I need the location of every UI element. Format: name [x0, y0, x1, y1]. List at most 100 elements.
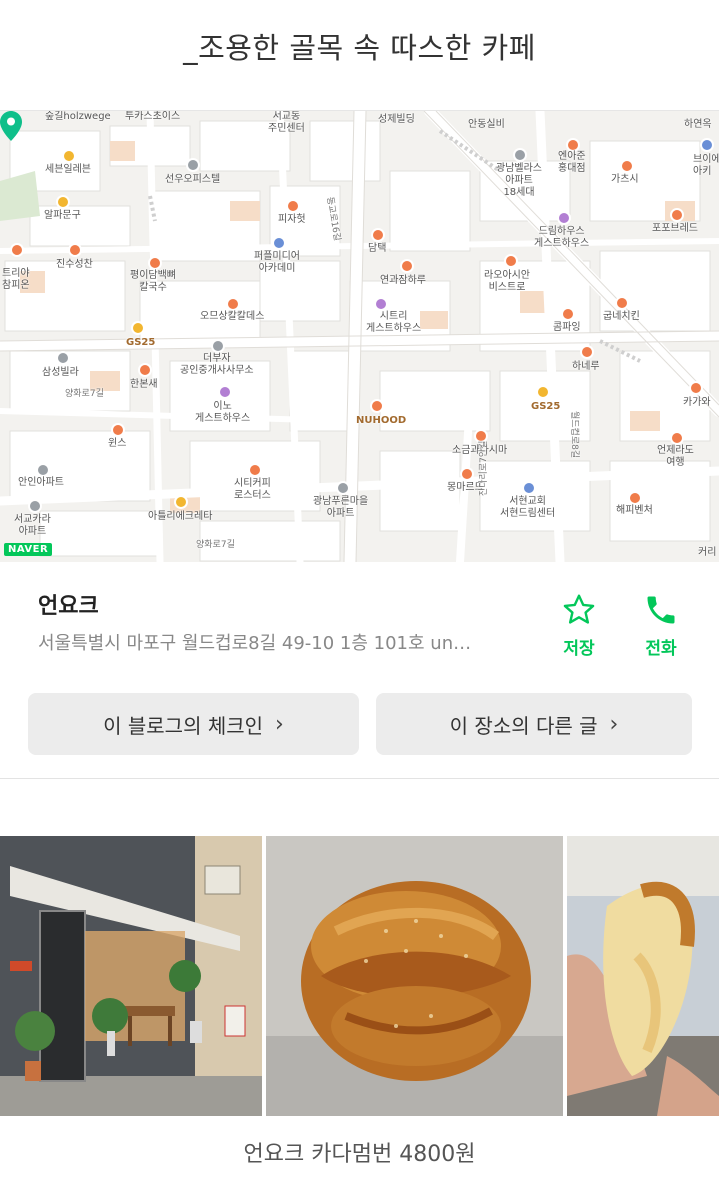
map-label: 포포브레드: [652, 223, 698, 234]
map-label: GS25: [531, 401, 561, 412]
building-icon[interactable]: [513, 148, 527, 162]
map-label: 숲길holzwege: [45, 111, 111, 122]
apartment-icon[interactable]: [36, 463, 50, 477]
map-label: 서교카라 아파트: [14, 514, 51, 537]
map-label: 서교동 주민센터: [268, 111, 305, 134]
map-view[interactable]: 숲길holzwege 투카스초이스 서교동 주민센터 성제빌딩 안동실비 하연옥…: [0, 110, 719, 562]
cafe-icon[interactable]: [370, 399, 384, 413]
apartment-icon[interactable]: [336, 481, 350, 495]
cardamom-bun-image: [266, 836, 563, 1116]
call-label: 전화: [645, 639, 677, 659]
map-label: 하연옥: [684, 119, 712, 130]
stationery-icon[interactable]: [56, 195, 70, 209]
map-label: 카가와: [683, 397, 711, 408]
map-label: 시티커피 로스터스: [234, 478, 271, 501]
storefront-image: [0, 836, 262, 1116]
map-label: 굽네치킨: [603, 311, 640, 322]
place-address: 서울특별시 마포구 월드컵로8길 49-10 1층 101호 un…: [38, 633, 472, 654]
shop-icon[interactable]: [174, 495, 188, 509]
map-label: 피자헛: [278, 214, 306, 225]
map-label: 서현교회 서현드림센터: [500, 496, 556, 519]
map-label: 드림하우스 게스트하우스: [534, 226, 590, 249]
restaurant-icon[interactable]: [460, 467, 474, 481]
bun-inside-photo[interactable]: [567, 836, 719, 1116]
map-label: 가츠시: [611, 174, 639, 185]
other-posts-button[interactable]: 이 장소의 다른 글 ›: [376, 693, 692, 755]
map-label: 이노 게스트하우스: [195, 401, 251, 424]
map-label: 퍼플미디어 아카데미: [254, 251, 300, 274]
restaurant-icon[interactable]: [400, 259, 414, 273]
map-label: 진수성찬: [56, 259, 93, 270]
map-label: 더부자 공인중개사사무소: [180, 353, 254, 376]
cafe-storefront-photo[interactable]: [0, 836, 262, 1116]
phone-icon: [647, 596, 675, 624]
road-label: 양화로7길: [65, 389, 104, 399]
cafe-icon[interactable]: [248, 463, 262, 477]
restaurant-icon[interactable]: [286, 199, 300, 213]
guesthouse-icon[interactable]: [374, 297, 388, 311]
road-label: 월드컵로8길: [569, 411, 579, 459]
restaurant-icon[interactable]: [111, 423, 125, 437]
church-icon[interactable]: [522, 481, 536, 495]
restaurant-icon[interactable]: [689, 381, 703, 395]
restaurant-icon[interactable]: [10, 243, 24, 257]
map-label: 알파문구: [44, 210, 81, 221]
road-label: 양화로7길: [196, 540, 235, 550]
map-label: 광남벨라스 아파트 18세대: [496, 163, 542, 198]
bun-inside-image: [567, 836, 719, 1116]
map-label: 성제빌딩: [378, 114, 415, 125]
restaurant-icon[interactable]: [68, 243, 82, 257]
map-label: 엔아준 홍대점: [558, 151, 586, 174]
map-label: 한본새: [130, 379, 158, 390]
building-icon[interactable]: [186, 158, 200, 172]
map-label: 시트리 게스트하우스: [366, 311, 422, 334]
guesthouse-icon[interactable]: [218, 385, 232, 399]
cafe-icon[interactable]: [670, 431, 684, 445]
map-label: 해피벤처: [616, 505, 653, 516]
convenience-store-icon[interactable]: [131, 321, 145, 335]
save-label: 저장: [563, 639, 595, 659]
map-label: 브이에 아키: [693, 154, 719, 177]
call-button[interactable]: 전화: [631, 592, 691, 659]
map-label: 언제라도 여행: [657, 445, 694, 468]
map-label: 아틀리에크레타: [148, 511, 213, 522]
restaurant-icon[interactable]: [628, 491, 642, 505]
restaurant-icon[interactable]: [371, 228, 385, 242]
map-label: 선우오피스텔: [165, 174, 221, 185]
restaurant-icon[interactable]: [226, 297, 240, 311]
office-icon[interactable]: [211, 339, 225, 353]
other-posts-label: 이 장소의 다른 글: [449, 713, 598, 738]
restaurant-icon[interactable]: [615, 296, 629, 310]
save-button[interactable]: 저장: [549, 592, 609, 659]
restaurant-icon[interactable]: [504, 254, 518, 268]
restaurant-icon[interactable]: [620, 159, 634, 173]
map-label: 윈스: [108, 438, 127, 449]
academy-icon[interactable]: [272, 236, 286, 250]
road-label: 잔다리로7안길: [479, 440, 489, 496]
convenience-store-icon[interactable]: [62, 149, 76, 163]
apartment-icon[interactable]: [28, 499, 42, 513]
blog-checkin-button[interactable]: 이 블로그의 체크인 ›: [28, 693, 359, 755]
guesthouse-icon[interactable]: [557, 211, 571, 225]
post-title: _조용한 골목 속 따스한 카페: [183, 31, 536, 65]
cafe-icon[interactable]: [580, 345, 594, 359]
map-label: 하네루: [572, 361, 600, 372]
apartment-icon[interactable]: [56, 351, 70, 365]
cardamom-bun-photo[interactable]: [266, 836, 563, 1116]
cafe-icon[interactable]: [670, 208, 684, 222]
restaurant-icon[interactable]: [138, 363, 152, 377]
map-label: 연과잠하루: [380, 275, 426, 286]
place-name[interactable]: 언요크: [38, 588, 99, 620]
map-label: 세븐일레븐: [45, 164, 91, 175]
academy-icon[interactable]: [700, 138, 714, 152]
location-marker-icon[interactable]: [0, 111, 22, 141]
convenience-store-icon[interactable]: [536, 385, 550, 399]
map-label: 라오아시안 비스트로: [484, 270, 530, 293]
map-label: NUHOOD: [356, 415, 407, 426]
map-label: GS25: [126, 337, 156, 348]
map-label: 커리: [698, 547, 717, 558]
restaurant-icon[interactable]: [148, 256, 162, 270]
naver-logo: NAVER: [4, 543, 53, 556]
cafe-icon[interactable]: [561, 307, 575, 321]
restaurant-icon[interactable]: [566, 138, 580, 152]
